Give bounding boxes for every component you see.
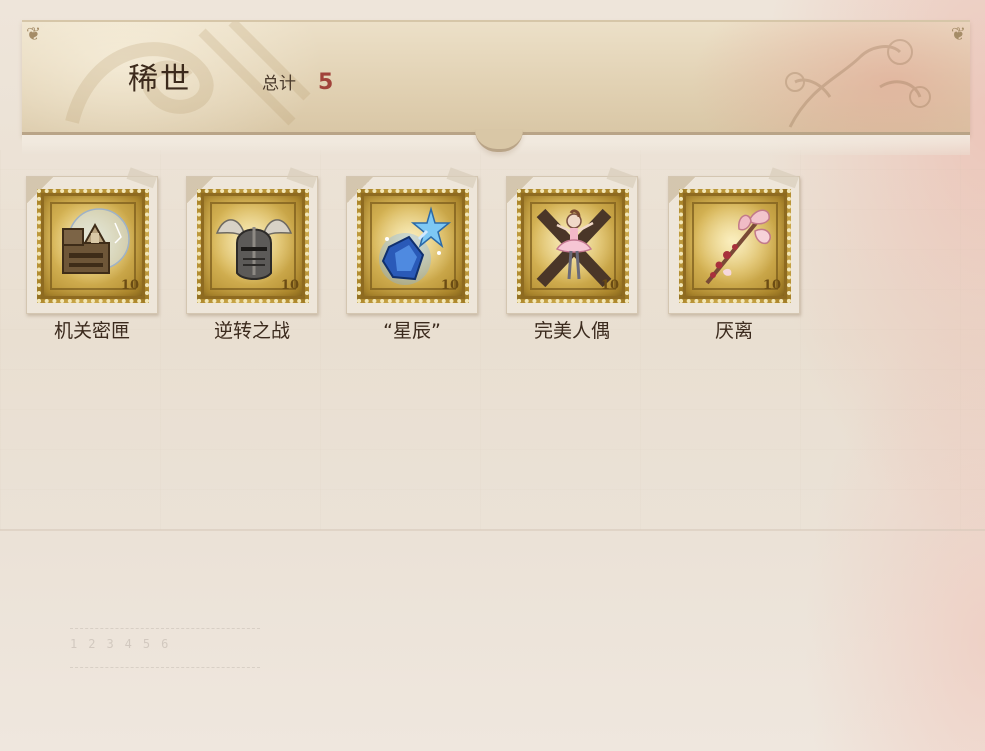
- corner-ornament-icon: ❦: [26, 24, 42, 45]
- stamp-frame: 10: [346, 167, 478, 314]
- stamp-frame: 10: [186, 167, 318, 314]
- corner-ornament-icon: ❦: [950, 24, 966, 45]
- winged-helmet-icon: [215, 219, 293, 280]
- stamp-name: 厌离: [714, 320, 753, 342]
- stamp-name: 逆转之战: [213, 320, 290, 342]
- stamp-name: 完美人偶: [533, 320, 610, 342]
- stamp-face-value: 10: [280, 278, 299, 293]
- star-crystal-icon: [379, 206, 452, 285]
- stamp-frame: 10: [26, 167, 158, 314]
- total-count: 5: [318, 70, 334, 95]
- stamp-name: “星辰”: [383, 320, 441, 342]
- gold-stamp: 10: [357, 189, 469, 303]
- stamp-name: 机关密匣: [53, 320, 130, 342]
- total-label: 总计: [262, 74, 296, 94]
- stamp-face-value: 10: [600, 278, 619, 293]
- gold-stamp: 10: [197, 189, 309, 303]
- gold-stamp: 10: [679, 189, 791, 303]
- stamp-face-value: 10: [762, 278, 781, 293]
- mechanical-box-icon: [62, 208, 130, 274]
- cherry-blossom-staff-icon: [705, 209, 771, 285]
- stamp-collection: 10 机关密匣 10 逆转之战 10 “星辰” 10 完美人偶 10 厌离: [26, 167, 826, 356]
- faint-ruler: 123456: [70, 628, 260, 668]
- stamp-face-value: 10: [440, 278, 459, 293]
- stamp-frame: 10: [668, 167, 800, 314]
- floral-ornament-icon: [785, 39, 931, 128]
- page-fold-line: [0, 529, 985, 531]
- category-title: 稀世: [128, 62, 192, 97]
- stamp-face-value: 10: [120, 278, 139, 293]
- gold-stamp: 10: [37, 189, 149, 303]
- stamp-frame: 10: [506, 167, 638, 314]
- ballerina-doll-icon: [536, 208, 612, 288]
- gold-stamp: 10: [517, 189, 629, 303]
